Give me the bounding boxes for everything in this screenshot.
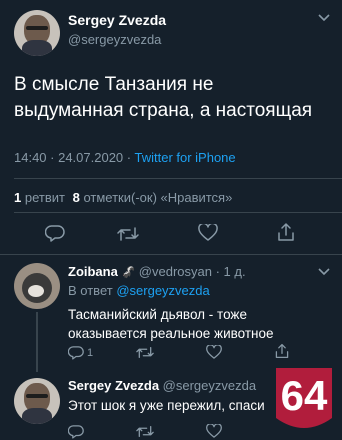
tweet-meta: 14:40 · 24.07.2020 · Twitter for iPhone bbox=[14, 150, 236, 165]
divider bbox=[0, 254, 342, 255]
reply-prefix: В ответ bbox=[68, 283, 113, 298]
name-emoji: 🦨 bbox=[121, 267, 136, 279]
chevron-down-icon[interactable] bbox=[318, 268, 330, 276]
engagement-stats: 1 ретвит 8 отметки(-ок) «Нравится» bbox=[14, 190, 232, 205]
avatar[interactable] bbox=[14, 10, 60, 56]
timestamp[interactable]: 14:40 · 24.07.2020 · bbox=[14, 150, 131, 165]
tweet-text: В смысле Танзания не выдуманная страна, … bbox=[14, 72, 312, 124]
retweet-icon[interactable] bbox=[136, 425, 154, 438]
reply-header: Zoibana 🦨 @vedrosyan · 1 д. bbox=[68, 264, 246, 279]
author-handle[interactable]: @sergeyzvezda bbox=[68, 32, 161, 47]
avatar[interactable] bbox=[14, 263, 60, 309]
retweets-stat[interactable]: 1 ретвит bbox=[14, 190, 69, 205]
tweet-text: Тасманийский дьявол - тоже оказывается р… bbox=[68, 305, 274, 343]
reply-button[interactable]: 1 bbox=[68, 345, 93, 360]
like-icon[interactable] bbox=[206, 424, 222, 439]
avatar[interactable] bbox=[14, 378, 60, 424]
retweet-icon[interactable] bbox=[117, 226, 139, 242]
reply-count: 1 bbox=[87, 346, 94, 359]
logo-64: 64 bbox=[272, 366, 336, 436]
tweet-text-line: оказывается реальное животное bbox=[68, 326, 274, 341]
likes-stat[interactable]: 8 отметки(-ок) «Нравится» bbox=[73, 190, 233, 205]
like-icon[interactable] bbox=[198, 224, 218, 242]
retweets-count: 1 bbox=[14, 190, 22, 205]
retweets-label: ретвит bbox=[24, 190, 65, 205]
author-name[interactable]: Zoibana bbox=[68, 264, 118, 279]
reply-icon bbox=[68, 345, 84, 360]
tweet-text-line: В смысле Танзания не bbox=[14, 74, 214, 95]
retweet-icon[interactable] bbox=[136, 346, 154, 359]
reply-header: Sergey Zvezda @sergeyzvezda bbox=[68, 378, 256, 393]
source-link[interactable]: Twitter for iPhone bbox=[134, 150, 235, 165]
reply-icon[interactable] bbox=[68, 424, 84, 439]
share-icon[interactable] bbox=[274, 343, 290, 359]
like-icon[interactable] bbox=[206, 345, 222, 360]
mention-link[interactable]: @sergeyzvezda bbox=[116, 283, 209, 298]
divider bbox=[14, 212, 342, 213]
share-icon[interactable] bbox=[276, 222, 296, 242]
author-handle[interactable]: @vedrosyan · 1 д. bbox=[139, 264, 246, 279]
tweet-text-line: Тасманийский дьявол - тоже bbox=[68, 307, 247, 322]
reply-context: В ответ @sergeyzvezda bbox=[68, 283, 210, 298]
chevron-down-icon[interactable] bbox=[318, 14, 330, 22]
tweet-text-line: выдуманная страна, а настоящая bbox=[14, 100, 313, 121]
likes-count: 8 bbox=[72, 190, 80, 205]
author-handle[interactable]: @sergeyzvezda bbox=[163, 378, 256, 393]
divider bbox=[14, 178, 342, 179]
author-name[interactable]: Sergey Zvezda bbox=[68, 12, 166, 28]
author-name[interactable]: Sergey Zvezda bbox=[68, 378, 159, 393]
reply-icon[interactable] bbox=[45, 224, 65, 242]
likes-label: отметки(-ок) «Нравится» bbox=[83, 190, 233, 205]
logo-text: 64 bbox=[280, 372, 328, 419]
thread-line bbox=[36, 312, 38, 372]
tweet-text: Этот шок я уже пережил, спаси bbox=[68, 398, 265, 413]
